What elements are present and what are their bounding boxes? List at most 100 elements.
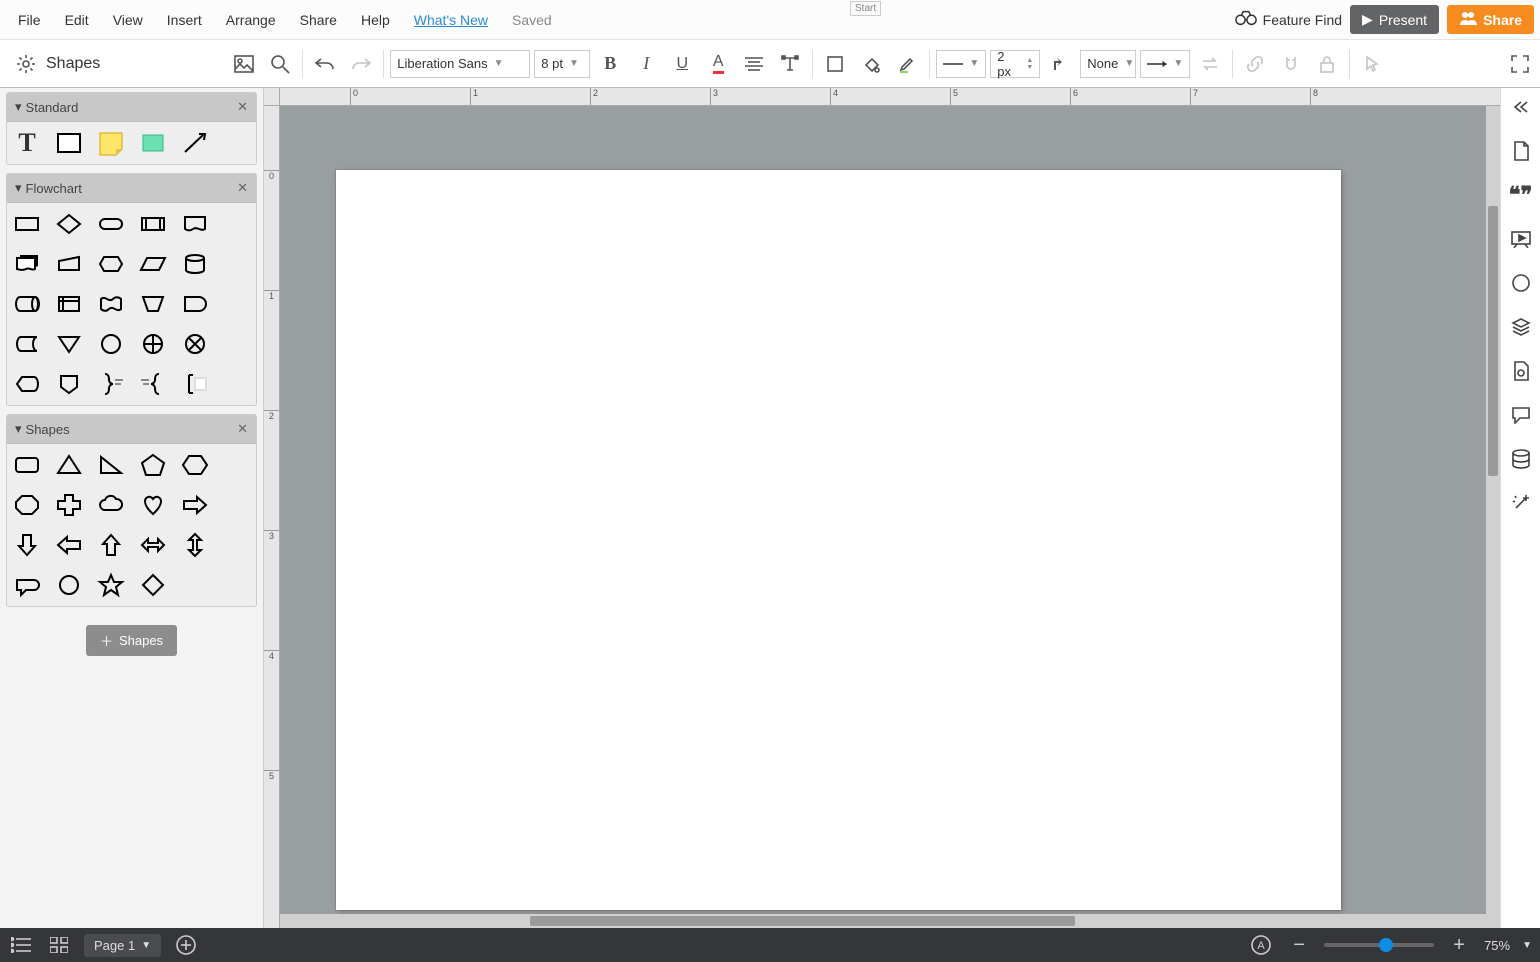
shape-process[interactable]: [11, 209, 43, 239]
shape-arrow-down[interactable]: [11, 530, 43, 560]
line-width-select[interactable]: 2 px ▲▼: [990, 50, 1040, 78]
shape-heart[interactable]: [137, 490, 169, 520]
slider-knob[interactable]: [1379, 938, 1393, 952]
highlight-icon[interactable]: [891, 48, 923, 80]
shape-pentagon[interactable]: [137, 450, 169, 480]
shape-arrow-left[interactable]: [53, 530, 85, 560]
link-icon[interactable]: [1239, 48, 1271, 80]
shape-terminator[interactable]: [95, 209, 127, 239]
shape-summing[interactable]: [179, 329, 211, 359]
arrow-style-select[interactable]: ▼: [1140, 50, 1190, 78]
menu-share[interactable]: Share: [288, 6, 349, 34]
scroll-thumb[interactable]: [530, 916, 1075, 926]
fullscreen-icon[interactable]: [1504, 48, 1536, 80]
shape-arrow-right[interactable]: [179, 490, 211, 520]
shape-or[interactable]: [137, 329, 169, 359]
scrollbar-horizontal[interactable]: [280, 914, 1500, 928]
search-icon[interactable]: [264, 48, 296, 80]
undo-icon[interactable]: [309, 48, 341, 80]
magnet-icon[interactable]: [1275, 48, 1307, 80]
shape-rounded-rect[interactable]: [11, 450, 43, 480]
line-style-select[interactable]: ▼: [936, 50, 986, 78]
shape-cloud[interactable]: [95, 490, 127, 520]
layers-icon[interactable]: [1508, 314, 1534, 340]
bold-icon[interactable]: B: [594, 48, 626, 80]
zoom-value[interactable]: 75%: [1484, 938, 1510, 953]
shape-delay[interactable]: [179, 289, 211, 319]
shape-octagon[interactable]: [11, 490, 43, 520]
zoom-out-icon[interactable]: −: [1286, 932, 1312, 958]
lock-icon[interactable]: [1311, 48, 1343, 80]
menu-arrange[interactable]: Arrange: [214, 6, 288, 34]
fill-color-icon[interactable]: [855, 48, 887, 80]
shape-hexagon[interactable]: [179, 450, 211, 480]
present-button[interactable]: ▶ Present: [1350, 5, 1439, 34]
collapse-dock-icon[interactable]: [1508, 94, 1534, 120]
shape-off-page[interactable]: [53, 369, 85, 399]
file-icon[interactable]: [1508, 358, 1534, 384]
gear-icon[interactable]: [10, 48, 42, 80]
shape-display[interactable]: [11, 369, 43, 399]
scrollbar-vertical[interactable]: [1486, 106, 1500, 914]
page-icon[interactable]: [1508, 138, 1534, 164]
italic-icon[interactable]: I: [630, 48, 662, 80]
shape-document[interactable]: [179, 209, 211, 239]
shape-brace-left[interactable]: [137, 369, 169, 399]
shape-multidoc[interactable]: [11, 249, 43, 279]
shape-rect[interactable]: [53, 128, 85, 158]
scroll-thumb[interactable]: [1488, 206, 1498, 476]
clock-icon[interactable]: [1508, 270, 1534, 296]
shape-predefined[interactable]: [137, 209, 169, 239]
text-mode-icon[interactable]: A: [1248, 932, 1274, 958]
close-icon[interactable]: ✕: [237, 99, 248, 115]
chevron-down-icon[interactable]: ▼: [1522, 940, 1532, 951]
wand-icon[interactable]: [1508, 490, 1534, 516]
slideshow-icon[interactable]: [1508, 226, 1534, 252]
menu-whats-new[interactable]: What's New: [402, 6, 500, 34]
shape-star[interactable]: [95, 570, 127, 600]
font-select[interactable]: Liberation Sans ▼: [390, 50, 530, 78]
swap-icon[interactable]: [1194, 48, 1226, 80]
comment-icon[interactable]: [1508, 402, 1534, 428]
shape-preparation[interactable]: [95, 249, 127, 279]
shape-merge[interactable]: [53, 329, 85, 359]
shape-note-yellow[interactable]: [95, 128, 127, 158]
shape-arrow-up[interactable]: [95, 530, 127, 560]
close-icon[interactable]: ✕: [237, 180, 248, 196]
shape-data[interactable]: [137, 249, 169, 279]
add-shapes-button[interactable]: ＋ Shapes: [86, 625, 177, 656]
shape-decision[interactable]: [53, 209, 85, 239]
shape-manual-op[interactable]: [137, 289, 169, 319]
shape-note[interactable]: [179, 369, 211, 399]
shape-arrow-horiz[interactable]: [137, 530, 169, 560]
zoom-slider[interactable]: [1324, 943, 1434, 947]
zoom-in-icon[interactable]: +: [1446, 932, 1472, 958]
menu-edit[interactable]: Edit: [53, 6, 101, 34]
shape-callout[interactable]: [11, 570, 43, 600]
shape-right-triangle[interactable]: [95, 450, 127, 480]
list-view-icon[interactable]: [8, 932, 34, 958]
align-icon[interactable]: [738, 48, 770, 80]
pointer-icon[interactable]: [1356, 48, 1388, 80]
menu-help[interactable]: Help: [349, 6, 402, 34]
menu-view[interactable]: View: [101, 6, 155, 34]
shape-brace-right[interactable]: [95, 369, 127, 399]
shape-stored-data[interactable]: [11, 329, 43, 359]
palette-header[interactable]: ▾ Shapes ✕: [7, 415, 256, 444]
shape-direct-data[interactable]: [11, 289, 43, 319]
close-icon[interactable]: ✕: [237, 421, 248, 437]
page-selector[interactable]: Page 1 ▼: [84, 934, 161, 957]
shape-paper-tape[interactable]: [95, 289, 127, 319]
redo-icon[interactable]: [345, 48, 377, 80]
text-color-icon[interactable]: A: [702, 48, 734, 80]
underline-icon[interactable]: U: [666, 48, 698, 80]
menu-file[interactable]: File: [6, 6, 53, 34]
shape-circle[interactable]: [53, 570, 85, 600]
shape-database[interactable]: [179, 249, 211, 279]
shape-arrow-vert[interactable]: [179, 530, 211, 560]
grid-view-icon[interactable]: [46, 932, 72, 958]
share-button[interactable]: Share: [1447, 5, 1534, 34]
add-page-icon[interactable]: [173, 932, 199, 958]
database-icon[interactable]: [1508, 446, 1534, 472]
line-dash-select[interactable]: None ▼: [1080, 50, 1136, 78]
